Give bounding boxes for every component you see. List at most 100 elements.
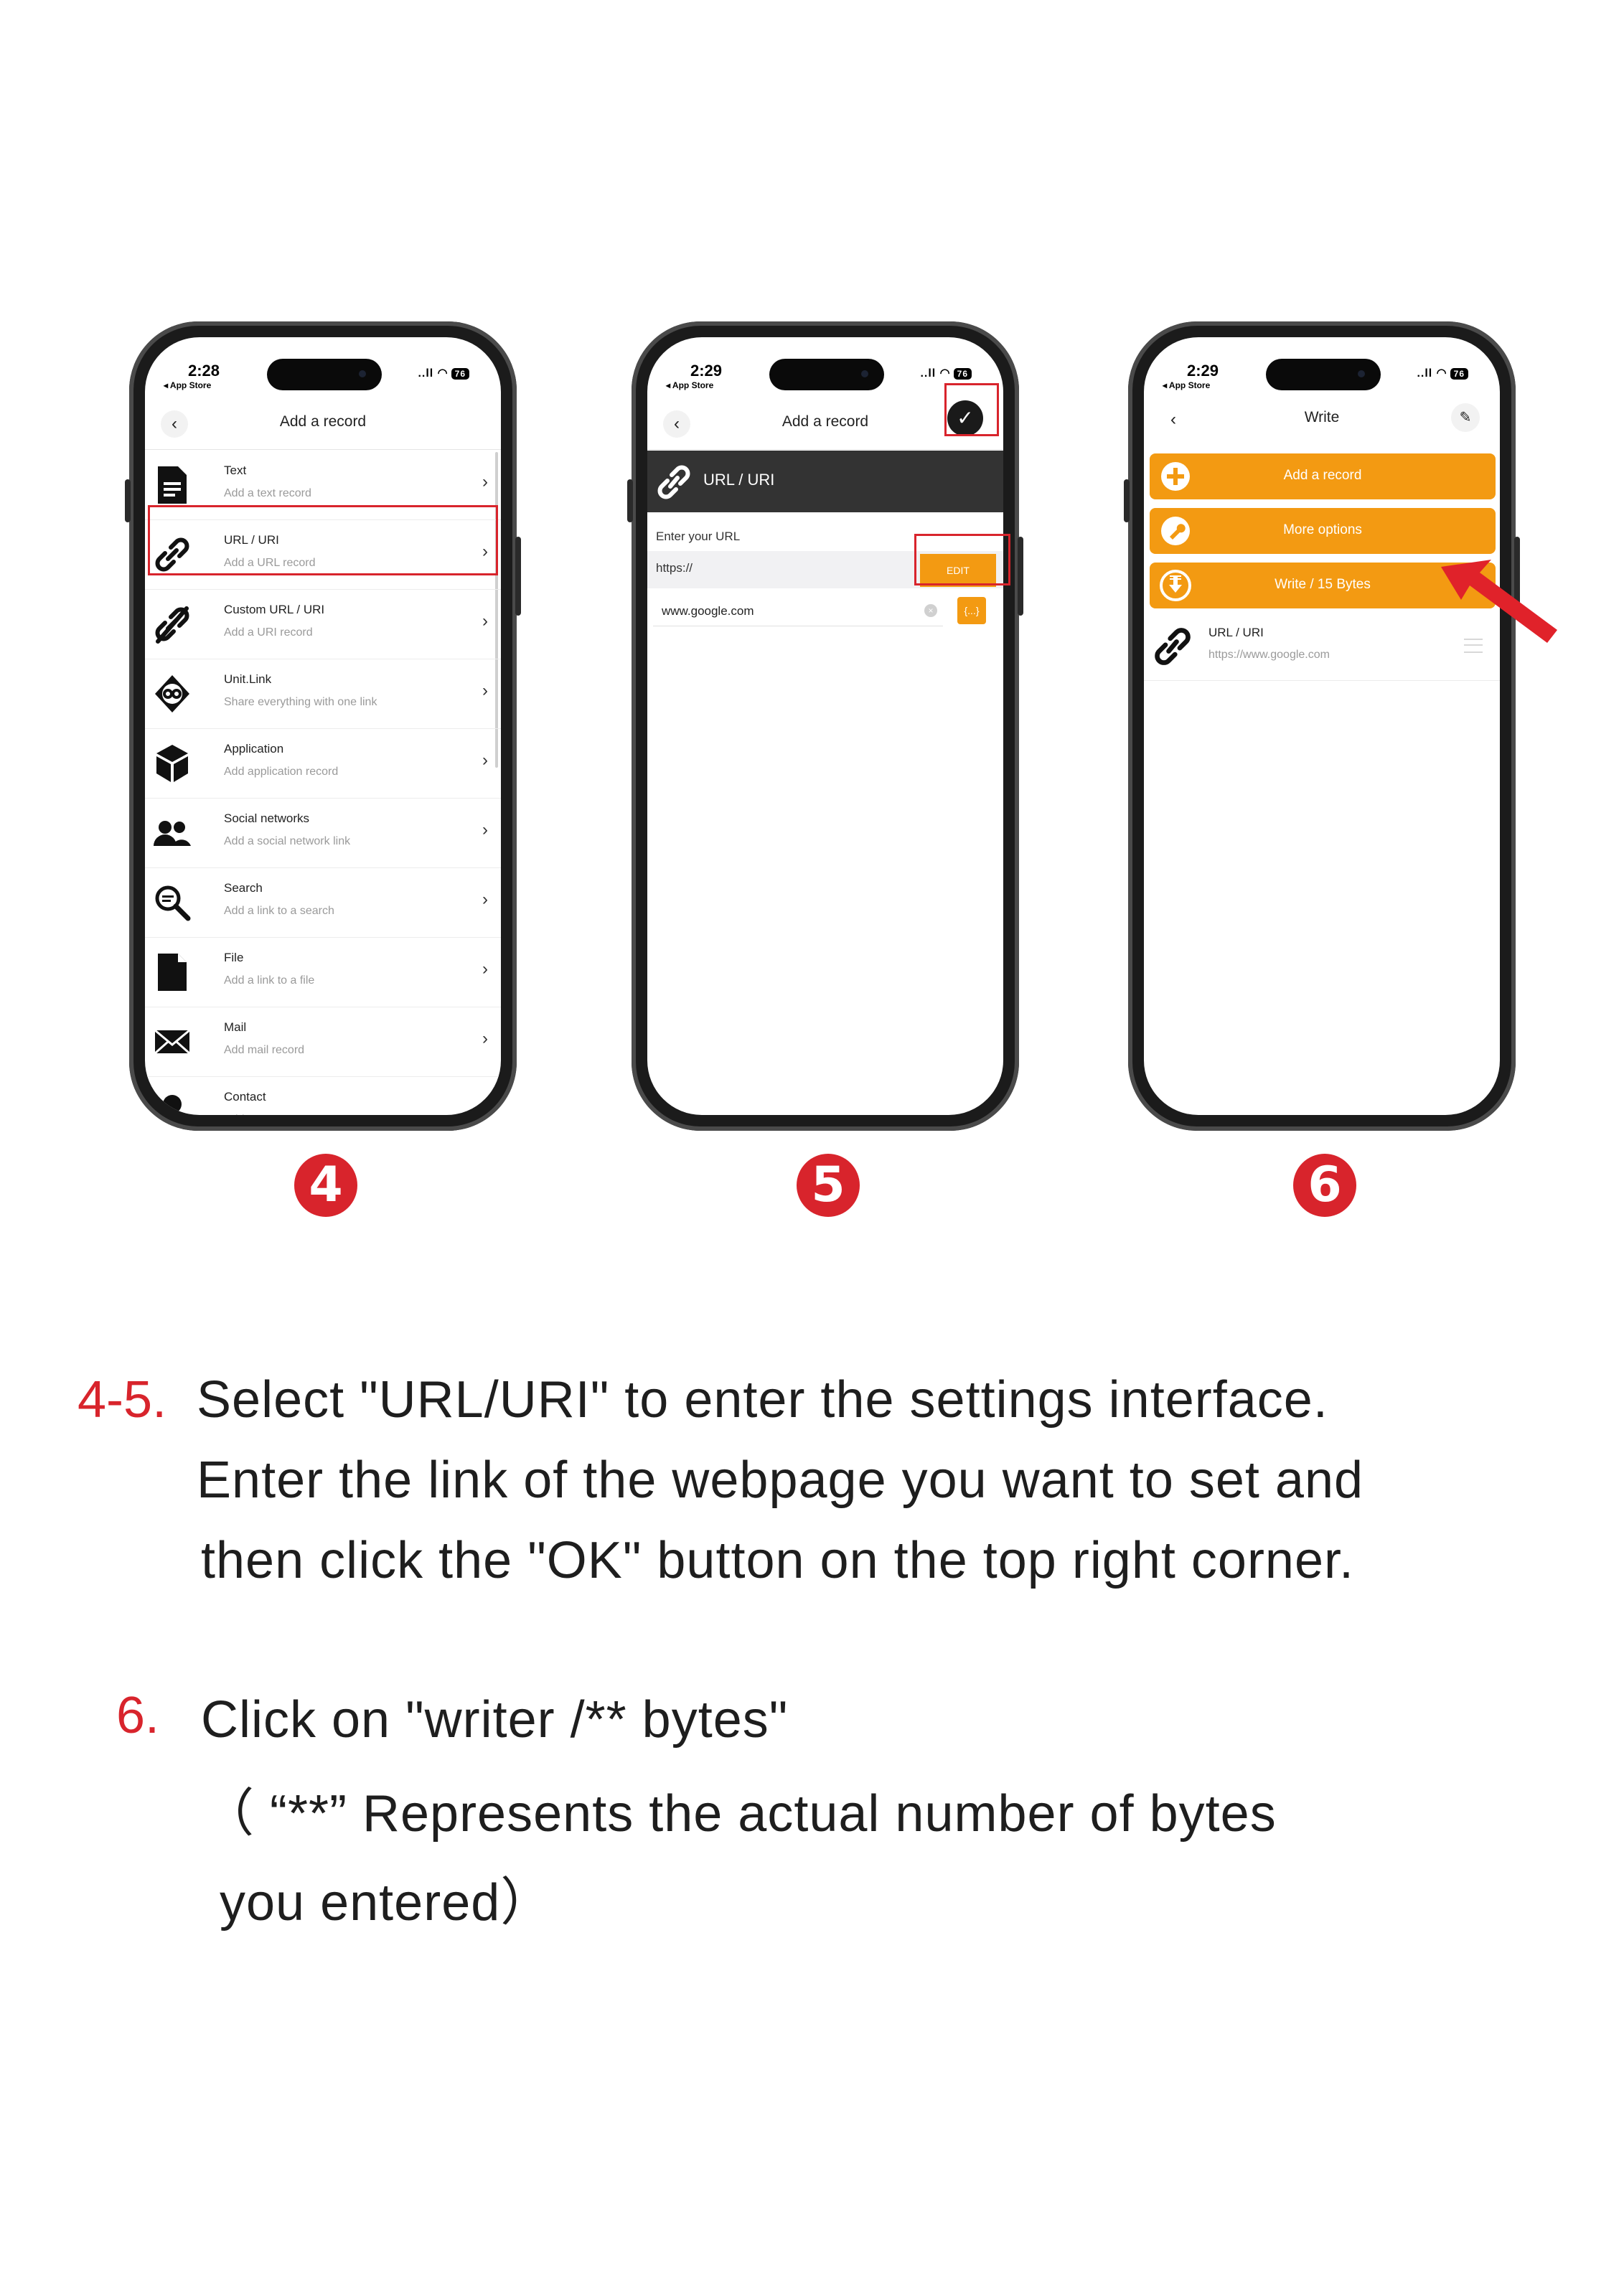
- record-title: URL / URI: [1208, 626, 1264, 639]
- status-time: 2:28: [188, 362, 220, 380]
- record-type-subtitle: Add a text record: [224, 487, 311, 499]
- phone-step-6: 2:29 ◂ App Store ..ll ◠ 76 ‹ Write ✎ Add …: [1124, 321, 1520, 1131]
- phone-screen: 2:28 ◂ App Store ..ll ◠ 76 ‹ Add a record…: [145, 337, 501, 1115]
- battery-icon: 76: [953, 368, 972, 380]
- phone-screen: 2:29 ◂ App Store ..ll ◠ 76 ‹ Write ✎ Add …: [1144, 337, 1500, 1115]
- chevron-right-icon: ›: [482, 611, 488, 631]
- more-options-label: More options: [1283, 522, 1362, 537]
- prefix-value: https://: [656, 561, 693, 575]
- instruction-number-6: 6.: [116, 1687, 160, 1744]
- link-icon: [1155, 628, 1191, 665]
- instruction-line-4: Click on "writer /** bytes": [201, 1691, 789, 1749]
- record-type-title: Search: [224, 881, 263, 895]
- edit-icon[interactable]: ✎: [1451, 403, 1480, 432]
- highlight-ok-button: [944, 383, 999, 436]
- record-type-item[interactable]: Unit.Link Share everything with one link ›: [145, 659, 501, 729]
- back-to-app-store[interactable]: ◂ App Store: [1163, 380, 1210, 390]
- file-icon: [158, 954, 187, 991]
- status-icons: ..ll ◠ 76: [1417, 366, 1468, 380]
- status-time: 2:29: [1187, 362, 1219, 380]
- record-type-subtitle: Share everything with one link: [224, 696, 377, 708]
- dynamic-island: [1266, 359, 1381, 390]
- record-type-subtitle: Add a link to a file: [224, 974, 315, 987]
- nav-bar: ‹ Add a record: [145, 406, 501, 449]
- record-type-title: Contact: [224, 1090, 266, 1104]
- record-type-item[interactable]: Custom URL / URI Add a URI record ›: [145, 590, 501, 659]
- unit-link-icon: [155, 675, 189, 712]
- banner-title: URL / URI: [703, 471, 775, 489]
- instruction-line-1: Select "URL/URI" to enter the settings i…: [197, 1371, 1328, 1429]
- wifi-icon: ◠: [939, 367, 951, 380]
- nav-title: Add a record: [279, 413, 367, 430]
- chevron-right-icon: ›: [482, 751, 488, 770]
- wifi-icon: ◠: [437, 367, 449, 380]
- signal-icon: ..ll: [920, 367, 937, 380]
- chevron-right-icon: ›: [482, 472, 488, 491]
- record-type-title: Application: [224, 742, 284, 756]
- signal-icon: ..ll: [418, 367, 434, 380]
- record-type-title: Custom URL / URI: [224, 603, 325, 616]
- search-icon: [155, 885, 191, 921]
- record-type-title: Social networks: [224, 811, 310, 825]
- step-number-5: 5: [797, 1154, 860, 1217]
- record-type-item[interactable]: File Add a link to a file ›: [145, 938, 501, 1007]
- record-type-item[interactable]: Social networks Add a social network link…: [145, 799, 501, 868]
- text-file-icon: [158, 466, 187, 504]
- dynamic-island: [769, 359, 884, 390]
- back-to-app-store[interactable]: ◂ App Store: [666, 380, 713, 390]
- record-type-title: Mail: [224, 1020, 247, 1034]
- battery-icon: 76: [1450, 368, 1468, 380]
- variables-button[interactable]: {...}: [957, 597, 986, 624]
- highlight-url-item: [148, 505, 498, 575]
- record-type-subtitle: Add a link to a search: [224, 905, 334, 917]
- record-type-item[interactable]: Mail Add mail record ›: [145, 1007, 501, 1077]
- record-type-subtitle: Add contact: [224, 1114, 285, 1115]
- record-type-item[interactable]: Contact Add contact ›: [145, 1077, 501, 1115]
- chevron-right-icon: ›: [482, 820, 488, 839]
- back-to-app-store[interactable]: ◂ App Store: [164, 380, 211, 390]
- highlight-edit-button: [914, 534, 1010, 585]
- phone-step-5: 2:29 ◂ App Store ..ll ◠ 76 ‹ Add a record…: [627, 321, 1023, 1131]
- field-label: Enter your URL: [656, 530, 741, 543]
- nav-title: Write: [1304, 409, 1340, 425]
- mail-icon: [154, 1029, 190, 1055]
- step-number-4: 4: [294, 1154, 357, 1217]
- record-type-subtitle: Add a social network link: [224, 835, 351, 847]
- chevron-right-icon: ›: [482, 681, 488, 700]
- instruction-line-2: Enter the link of the webpage you want t…: [197, 1452, 1364, 1509]
- record-type-title: Unit.Link: [224, 672, 272, 686]
- chevron-right-icon: ›: [482, 1029, 488, 1048]
- instruction-line-6: you entered）: [220, 1874, 553, 1932]
- record-type-title: File: [224, 951, 244, 964]
- signal-icon: ..ll: [1417, 367, 1433, 380]
- record-subtitle: https://www.google.com: [1208, 649, 1330, 661]
- record-type-subtitle: Add a URI record: [224, 626, 313, 639]
- phone-screen: 2:29 ◂ App Store ..ll ◠ 76 ‹ Add a record…: [647, 337, 1003, 1115]
- url-input[interactable]: www.google.com ×: [653, 597, 943, 626]
- status-icons: ..ll ◠ 76: [418, 366, 469, 380]
- url-input-value: www.google.com: [662, 604, 754, 618]
- phone-step-4: 2:28 ◂ App Store ..ll ◠ 76 ‹ Add a record…: [125, 321, 521, 1131]
- step-number-6: 6: [1293, 1154, 1356, 1217]
- status-time: 2:29: [690, 362, 723, 380]
- clear-icon[interactable]: ×: [924, 604, 937, 617]
- chevron-right-icon: ›: [482, 959, 488, 979]
- url-banner: URL / URI: [647, 451, 1003, 512]
- record-type-subtitle: Add application record: [224, 766, 339, 778]
- cube-icon: [156, 745, 188, 782]
- record-type-title: Text: [224, 464, 247, 477]
- add-record-label: Add a record: [1283, 468, 1362, 483]
- contact-icon: [163, 1095, 182, 1114]
- link-icon: [657, 465, 690, 499]
- record-type-item[interactable]: Application Add application record ›: [145, 729, 501, 799]
- instruction-number-4-5: 4-5.: [78, 1371, 167, 1429]
- record-type-item[interactable]: Search Add a link to a search ›: [145, 868, 501, 938]
- status-icons: ..ll ◠ 76: [920, 366, 972, 380]
- add-record-button[interactable]: Add a record: [1150, 453, 1496, 499]
- nav-bar: ‹ Write: [1144, 402, 1500, 445]
- instruction-line-5: （ “**” Represents the actual number of b…: [202, 1785, 1277, 1843]
- custom-link-icon: [155, 606, 189, 644]
- wifi-icon: ◠: [1436, 367, 1447, 380]
- chevron-right-icon: ›: [482, 1098, 488, 1115]
- battery-icon: 76: [451, 368, 469, 380]
